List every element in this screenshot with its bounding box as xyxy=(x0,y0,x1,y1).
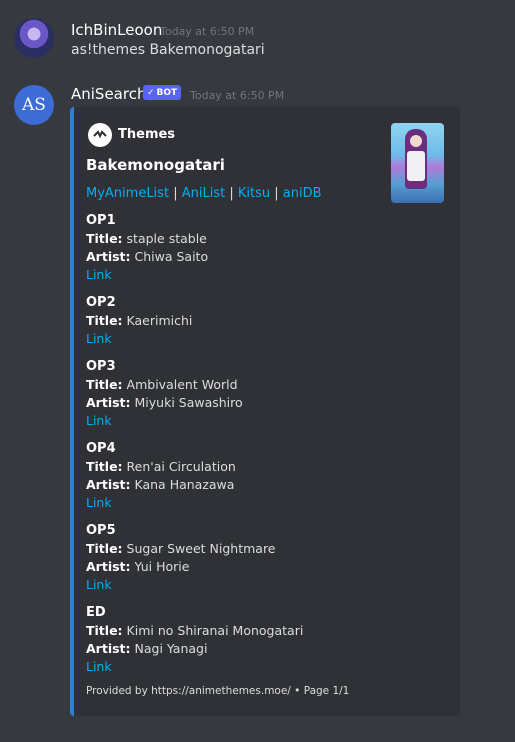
theme-field: OP1 Title: staple stable Artist: Chiwa S… xyxy=(86,213,209,284)
theme-link[interactable]: Link xyxy=(86,330,192,348)
link-anilist[interactable]: AniList xyxy=(182,186,225,201)
bot-badge: ✓ BOT xyxy=(143,85,182,100)
theme-field: OP4 Title: Ren'ai Circulation Artist: Ka… xyxy=(86,441,236,512)
check-icon: ✓ xyxy=(147,87,155,98)
animethemes-logo-icon xyxy=(88,123,112,147)
embed-footer: Provided by https://animethemes.moe/ • P… xyxy=(86,685,350,697)
user-avatar[interactable] xyxy=(14,18,54,58)
theme-field: OP5 Title: Sugar Sweet Nightmare Artist:… xyxy=(86,523,276,594)
theme-field: OP3 Title: Ambivalent World Artist: Miyu… xyxy=(86,359,243,430)
external-links: MyAnimeList | AniList | Kitsu | aniDB xyxy=(86,186,322,201)
anime-thumbnail[interactable] xyxy=(391,123,444,203)
bot-avatar[interactable]: AS xyxy=(14,85,54,125)
theme-link[interactable]: Link xyxy=(86,412,243,430)
username-anisearch[interactable]: AniSearch xyxy=(71,85,146,103)
embed-card: Themes Bakemonogatari MyAnimeList | AniL… xyxy=(70,107,460,716)
theme-link[interactable]: Link xyxy=(86,266,208,284)
embed-author: Themes xyxy=(118,127,176,142)
link-anidb[interactable]: aniDB xyxy=(283,186,322,201)
link-kitsu[interactable]: Kitsu xyxy=(238,186,270,201)
theme-link[interactable]: Link xyxy=(86,658,303,676)
theme-link[interactable]: Link xyxy=(86,576,276,594)
link-myanimelist[interactable]: MyAnimeList xyxy=(86,186,169,201)
username-ichbinleoon[interactable]: IchBinLeoon xyxy=(71,21,162,39)
message-timestamp: Today at 6:50 PM xyxy=(160,25,255,38)
theme-link[interactable]: Link xyxy=(86,494,236,512)
message-timestamp: Today at 6:50 PM xyxy=(190,89,285,102)
theme-field: OP2 Title: Kaerimichi Link xyxy=(86,295,193,348)
theme-field: ED Title: Kimi no Shiranai Monogatari Ar… xyxy=(86,605,304,676)
message-content: as!themes Bakemonogatari xyxy=(71,42,265,58)
embed-title: Bakemonogatari xyxy=(86,156,225,174)
